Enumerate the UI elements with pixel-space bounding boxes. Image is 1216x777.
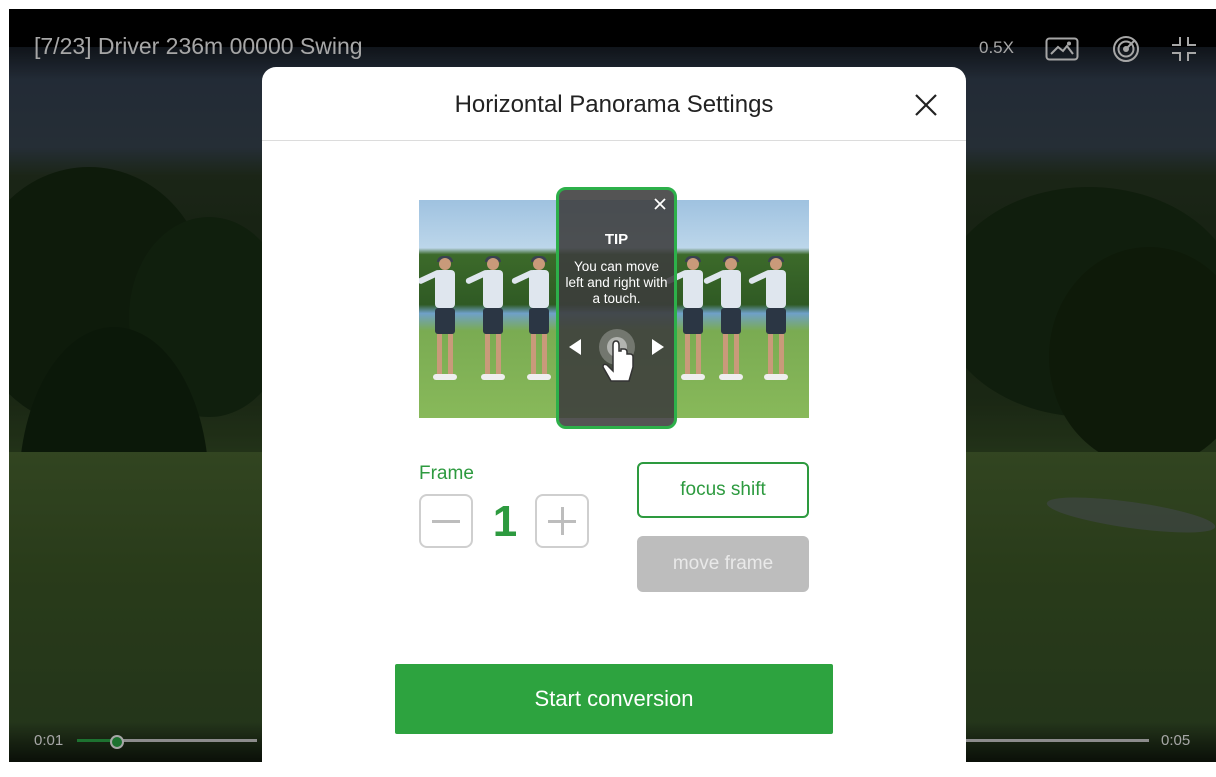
dialog-title: Horizontal Panorama Settings (454, 91, 774, 118)
frame-value: 1 (492, 497, 518, 546)
tip-card: TIP You can move left and right with a t… (556, 187, 677, 429)
golfer-figure (747, 256, 788, 382)
tip-close-icon[interactable] (652, 196, 668, 212)
golfer-figure (464, 256, 505, 382)
golfer-figure (702, 256, 743, 382)
frame-decrement-button[interactable] (419, 494, 473, 548)
plus-icon-stroke (561, 507, 564, 535)
frame-label: Frame (419, 463, 474, 484)
golfer-figure (419, 256, 457, 382)
move-frame-button[interactable]: move frame (637, 536, 809, 592)
golfer-figure (510, 256, 551, 382)
focus-shift-button[interactable]: focus shift (637, 462, 809, 518)
frame-increment-button[interactable] (535, 494, 589, 548)
close-icon[interactable] (912, 91, 940, 119)
start-conversion-button[interactable]: Start conversion (395, 664, 833, 734)
tip-title: TIP (604, 231, 629, 248)
swipe-hand-icon (565, 327, 668, 387)
dialog-header: Horizontal Panorama Settings (262, 67, 966, 141)
tip-text: You can move left and right with a touch… (565, 259, 668, 306)
panorama-settings-dialog: Horizontal Panorama Settings TIP You can… (262, 67, 966, 777)
golfer-figure (664, 256, 705, 382)
minus-icon (432, 520, 460, 523)
